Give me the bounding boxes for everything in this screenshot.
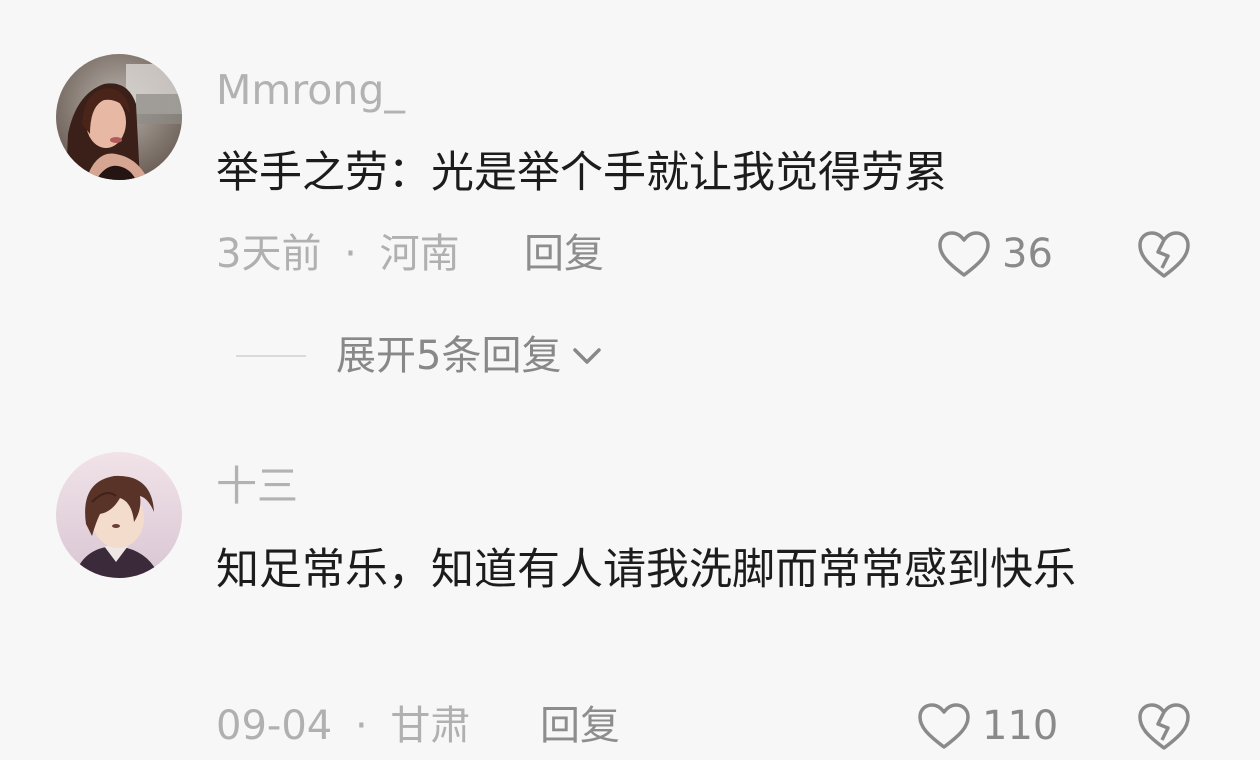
avatar[interactable] bbox=[56, 452, 182, 578]
reply-button[interactable]: 回复 bbox=[540, 698, 620, 754]
like-button[interactable]: 110 bbox=[916, 698, 1058, 754]
dislike-button[interactable] bbox=[1136, 698, 1192, 754]
broken-heart-icon bbox=[1138, 703, 1190, 750]
avatar-image bbox=[56, 452, 182, 578]
meta-separator: · bbox=[354, 703, 368, 749]
comment-time: 09-04 bbox=[216, 703, 333, 749]
comment-item: 十三 知足常乐，知道有人请我洗脚而常常感到快乐 09-04 · 甘肃 回复 11… bbox=[0, 0, 1260, 760]
comment-meta: 09-04 · 甘肃 bbox=[216, 698, 470, 754]
comment-list: Mmrong_ 举手之劳：光是举个手就让我觉得劳累 3天前 · 河南 回复 36… bbox=[0, 0, 1260, 760]
comment-text: 知足常乐，知道有人请我洗脚而常常感到快乐 bbox=[216, 545, 1076, 595]
comment-location: 甘肃 bbox=[390, 703, 471, 749]
heart-outline-icon bbox=[918, 703, 970, 749]
like-count: 110 bbox=[982, 703, 1059, 749]
username[interactable]: 十三 bbox=[216, 462, 298, 510]
